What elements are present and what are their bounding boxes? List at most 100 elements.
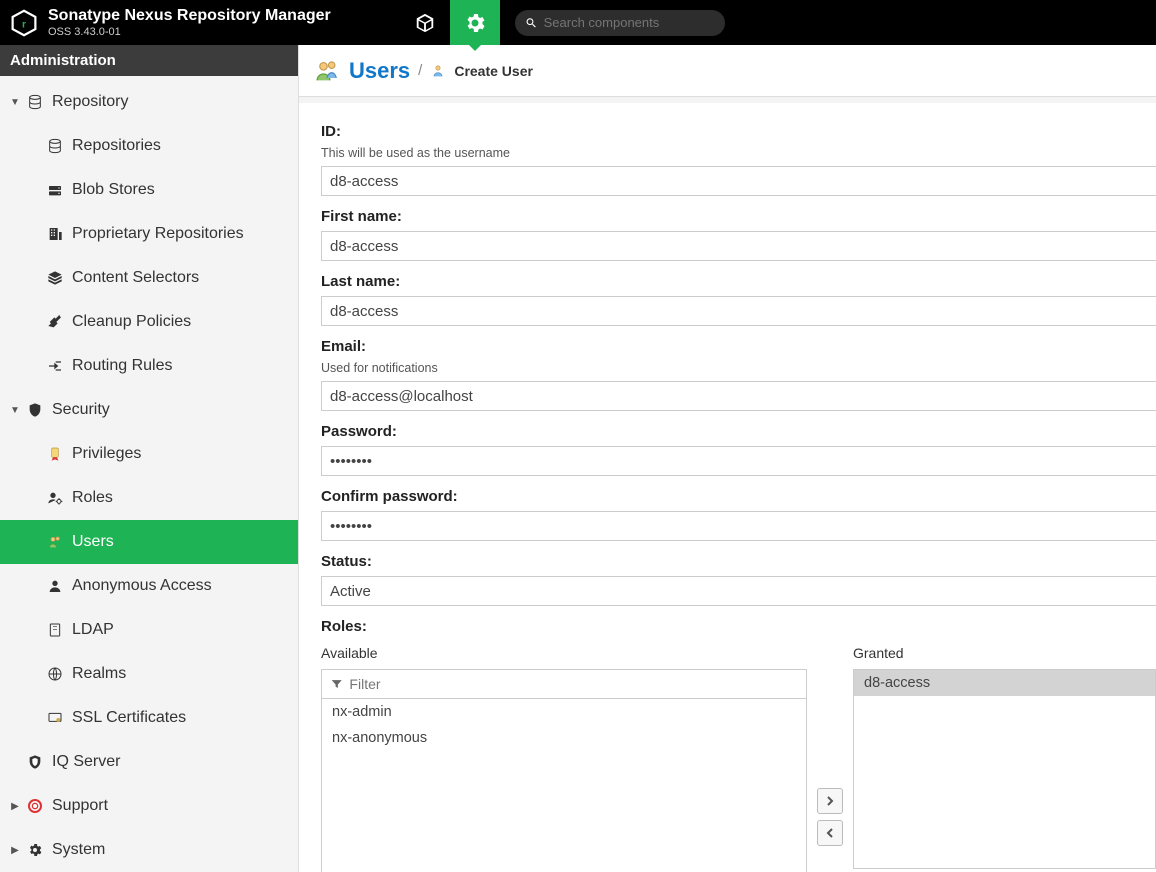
sidebar-group-label: Security [52, 401, 110, 419]
sidebar-item-blob-stores[interactable]: Blob Stores [0, 168, 298, 212]
breadcrumb-title[interactable]: Users [349, 58, 410, 84]
sidebar-item-cleanup-policies[interactable]: Cleanup Policies [0, 300, 298, 344]
content: Users / Create User ID: This will be use… [299, 45, 1156, 872]
roles-available-label: Available [321, 645, 807, 661]
sidebar-item-privileges[interactable]: Privileges [0, 432, 298, 476]
sidebar-item-label: Proprietary Repositories [72, 225, 244, 243]
email-input[interactable] [321, 381, 1156, 411]
sidebar-item-realms[interactable]: Realms [0, 652, 298, 696]
sidebar-item-ssl-certificates[interactable]: SSL Certificates [0, 696, 298, 740]
sidebar-item-label: LDAP [72, 621, 114, 639]
user-icon [430, 63, 446, 79]
sidebar-item-label: Content Selectors [72, 269, 199, 287]
search-input[interactable] [544, 15, 715, 30]
sidebar-item-proprietary-repositories[interactable]: Proprietary Repositories [0, 212, 298, 256]
chevron-right-icon [825, 796, 835, 806]
sidebar-group-repository[interactable]: ▼ Repository [0, 80, 298, 124]
sidebar-item-repositories[interactable]: Repositories [0, 124, 298, 168]
drive-icon [44, 182, 66, 198]
roles-available-list[interactable]: nx-adminnx-anonymous [321, 699, 807, 872]
caret-icon: ▼ [8, 97, 22, 108]
caret-icon: ▶ [8, 845, 22, 856]
globe-icon [44, 666, 66, 682]
sidebar-group-label: Support [52, 797, 108, 815]
users-icon [44, 534, 66, 550]
move-right-button[interactable] [817, 788, 843, 814]
password-input[interactable] [321, 446, 1156, 476]
building-icon [44, 226, 66, 242]
roles-granted-list[interactable]: d8-access [853, 669, 1156, 869]
product-version: OSS 3.43.0-01 [48, 26, 331, 38]
sidebar-item-roles[interactable]: Roles [0, 476, 298, 520]
status-label: Status: [321, 553, 1156, 570]
sidebar-item-label: Roles [72, 489, 113, 507]
gear-icon [463, 11, 487, 35]
book-icon [44, 622, 66, 638]
broom-icon [44, 314, 66, 330]
brand: r Sonatype Nexus Repository Manager OSS … [0, 7, 400, 38]
sidebar: Administration ▼ Repository Repositories Bl… [0, 45, 299, 872]
role-granted-item[interactable]: d8-access [854, 670, 1155, 696]
route-icon [44, 358, 66, 374]
sidebar-item-anonymous-access[interactable]: Anonymous Access [0, 564, 298, 608]
sidebar-item-label: Routing Rules [72, 357, 173, 375]
db-icon [44, 138, 66, 154]
role-available-item[interactable]: nx-anonymous [322, 725, 806, 751]
sidebar-group-label: IQ Server [52, 753, 120, 771]
sidebar-item-label: Repositories [72, 137, 161, 155]
roles-filter-input[interactable] [349, 676, 798, 692]
first-name-input[interactable] [321, 231, 1156, 261]
move-left-button[interactable] [817, 820, 843, 846]
sidebar-item-label: Anonymous Access [72, 577, 212, 595]
sidebar-group-label: System [52, 841, 105, 859]
sidebar-item-label: Realms [72, 665, 126, 683]
topbar: r Sonatype Nexus Repository Manager OSS … [0, 0, 1156, 45]
sidebar-item-content-selectors[interactable]: Content Selectors [0, 256, 298, 300]
sidebar-group-system[interactable]: ▶ System [0, 828, 298, 872]
sidebar-group-label: Repository [52, 93, 128, 111]
sidebar-item-label: Cleanup Policies [72, 313, 191, 331]
sidebar-item-users[interactable]: Users [0, 520, 298, 564]
usergear-icon [44, 490, 66, 506]
sidebar-group-iq-server[interactable]: IQ Server [0, 740, 298, 784]
search-icon [525, 16, 538, 30]
breadcrumb-sep: / [418, 62, 422, 79]
roles-filter[interactable] [321, 669, 807, 699]
id-input[interactable] [321, 166, 1156, 196]
role-available-item[interactable]: nx-admin [322, 699, 806, 725]
sidebar-item-routing-rules[interactable]: Routing Rules [0, 344, 298, 388]
sidebar-group-support[interactable]: ▶ Support [0, 784, 298, 828]
cog-icon [24, 842, 46, 858]
id-label: ID: [321, 123, 1156, 140]
first-name-label: First name: [321, 208, 1156, 225]
logo-icon: r [10, 9, 38, 37]
sidebar-item-label: SSL Certificates [72, 709, 186, 727]
sidebar-item-label: Users [72, 533, 114, 551]
caret-icon: ▼ [8, 405, 22, 416]
sidebar-item-label: Privileges [72, 445, 141, 463]
search-box[interactable] [515, 10, 725, 36]
email-label: Email: [321, 338, 1156, 355]
layers-icon [44, 270, 66, 286]
sidebar-header: Administration [0, 45, 298, 76]
sidebar-group-security[interactable]: ▼ Security [0, 388, 298, 432]
admin-button[interactable] [450, 0, 500, 45]
sidebar-item-label: Blob Stores [72, 181, 155, 199]
users-icon [313, 57, 341, 85]
status-select[interactable] [321, 576, 1156, 606]
shield-icon [24, 402, 46, 418]
last-name-input[interactable] [321, 296, 1156, 326]
filter-icon [330, 677, 343, 691]
badge-icon [44, 446, 66, 462]
iq-icon [24, 754, 46, 770]
user-icon [44, 578, 66, 594]
roles-label: Roles: [321, 618, 1156, 635]
browse-button[interactable] [400, 0, 450, 45]
lifebuoy-icon [24, 798, 46, 814]
confirm-password-input[interactable] [321, 511, 1156, 541]
breadcrumb: Users / Create User [299, 45, 1156, 97]
confirm-password-label: Confirm password: [321, 488, 1156, 505]
caret-icon: ▶ [8, 801, 22, 812]
sidebar-item-ldap[interactable]: LDAP [0, 608, 298, 652]
cert-icon [44, 710, 66, 726]
